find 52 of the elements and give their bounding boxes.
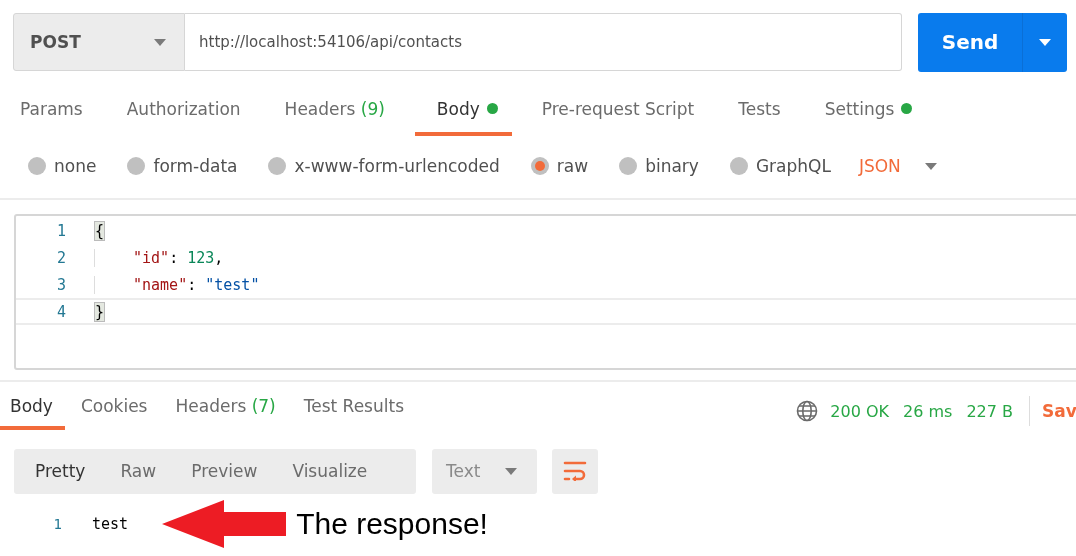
line-number: 2 xyxy=(55,248,66,267)
status-code: 200 OK xyxy=(830,401,889,421)
view-mode-button[interactable]: Visualize xyxy=(279,448,381,494)
caret-icon xyxy=(154,38,166,46)
line-number: 3 xyxy=(55,275,66,294)
body-type-radio[interactable]: x-www-form-urlencoded xyxy=(268,156,500,176)
code-line: } xyxy=(94,302,105,321)
request-tab[interactable]: Headers (9) xyxy=(270,94,399,136)
line-number: 1 xyxy=(55,221,66,240)
method-label: POST xyxy=(30,32,81,52)
response-tab[interactable]: Body xyxy=(0,396,65,430)
save-button[interactable]: Sav xyxy=(1042,401,1076,421)
method-dropdown[interactable]: POST xyxy=(13,13,185,71)
response-tab[interactable]: Cookies xyxy=(70,396,160,430)
caret-icon xyxy=(505,467,517,475)
response-size: 227 B xyxy=(966,401,1013,421)
caret-icon xyxy=(924,162,937,170)
view-mode-button[interactable]: Raw xyxy=(107,448,170,494)
request-tab[interactable]: Params xyxy=(6,94,97,136)
line-number: 4 xyxy=(55,302,66,321)
request-tab[interactable]: Authorization xyxy=(112,94,255,136)
line-number: 1 xyxy=(52,516,62,532)
view-mode-button[interactable]: Preview xyxy=(178,448,271,494)
code-line: { xyxy=(94,221,105,240)
code-line: "name": "test" xyxy=(94,275,260,294)
caret-icon xyxy=(1039,38,1051,46)
send-options-button[interactable] xyxy=(1023,12,1067,72)
response-type-dropdown[interactable]: Text xyxy=(432,448,537,494)
view-mode-button[interactable]: Pretty xyxy=(22,448,99,494)
response-tab[interactable]: Test Results xyxy=(293,396,416,430)
url-field[interactable]: http://localhost:54106/api/contacts xyxy=(185,13,902,71)
globe-icon xyxy=(796,400,819,422)
body-type-radio[interactable]: none xyxy=(28,156,97,176)
body-type-radio[interactable]: raw xyxy=(530,156,589,176)
send-button[interactable]: Send xyxy=(918,12,1023,72)
request-tab[interactable]: Tests xyxy=(724,94,795,136)
response-text: test xyxy=(92,515,129,533)
code-editor[interactable]: 1 { 2 "id": 123, 3 "name": "test" 4 } xyxy=(14,214,1076,370)
body-type-radio[interactable]: form-data xyxy=(127,156,238,176)
request-tab[interactable]: Settings xyxy=(810,94,927,136)
annotation-text: The response! xyxy=(296,507,488,540)
request-tab[interactable]: Pre-request Script xyxy=(527,94,709,136)
response-time: 26 ms xyxy=(903,401,953,421)
arrow-icon xyxy=(162,500,287,548)
format-dropdown[interactable]: JSON xyxy=(858,156,937,176)
request-tab[interactable]: Body xyxy=(414,94,512,136)
response-tab[interactable]: Headers (7) xyxy=(165,396,288,430)
wrap-lines-icon xyxy=(563,461,587,481)
wrap-lines-button[interactable] xyxy=(552,448,598,494)
body-type-radio[interactable]: binary xyxy=(619,156,699,176)
body-type-radio[interactable]: GraphQL xyxy=(729,156,831,176)
code-line: "id": 123, xyxy=(94,248,224,267)
